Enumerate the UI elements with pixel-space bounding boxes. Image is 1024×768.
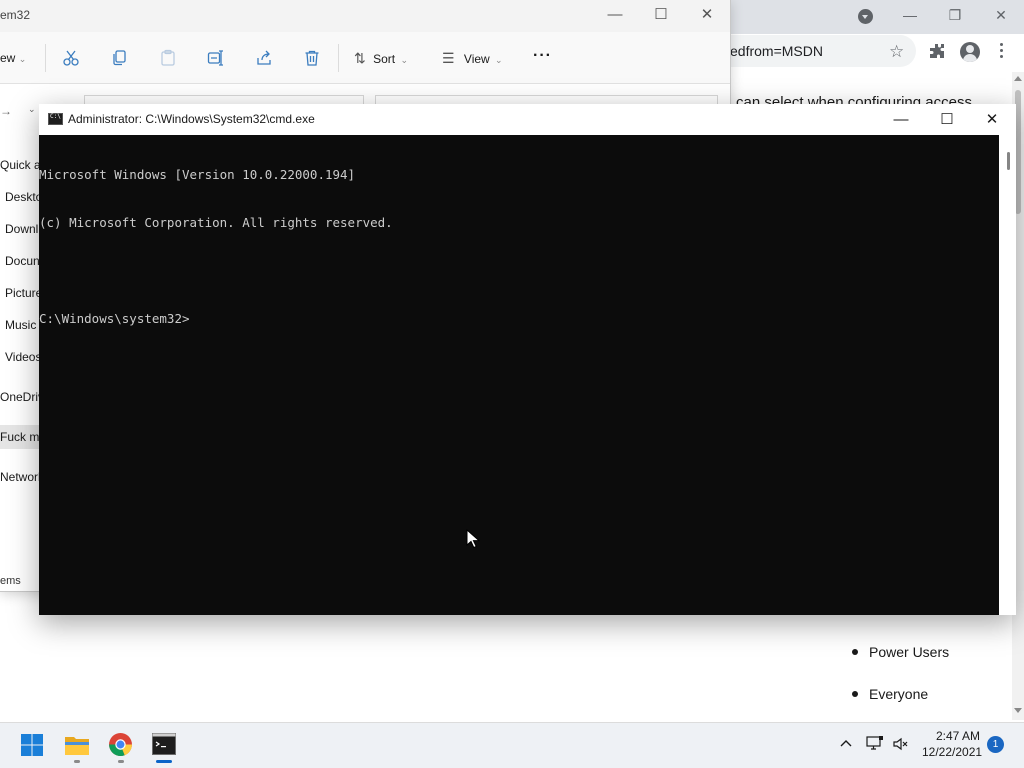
- nav-item-onedrive[interactable]: OneDriv: [0, 390, 44, 404]
- chrome-icon[interactable]: [108, 732, 133, 757]
- more-options-button[interactable]: ···: [533, 47, 552, 65]
- sort-button[interactable]: ⇅ Sort ⌄: [354, 50, 408, 67]
- mouse-pointer-icon: [466, 529, 480, 549]
- start-icon[interactable]: [20, 733, 44, 757]
- file-explorer-icon[interactable]: [64, 733, 90, 757]
- chrome-menu-icon[interactable]: [1000, 43, 1004, 59]
- view-button[interactable]: ☰ View ⌄: [442, 50, 503, 67]
- toolbar-divider: [338, 44, 339, 72]
- list-item: Power Users: [852, 642, 949, 684]
- tab-search-icon[interactable]: [858, 9, 873, 24]
- show-hidden-icons-chevron-icon[interactable]: [838, 735, 854, 751]
- sort-label: Sort: [373, 52, 396, 66]
- cmd-scrollbar-thumb[interactable]: [1007, 152, 1010, 170]
- cut-icon[interactable]: [62, 49, 80, 67]
- notification-badge[interactable]: 1: [987, 736, 1004, 753]
- chrome-close-button[interactable]: ✕: [986, 4, 1016, 26]
- explorer-maximize-button[interactable]: ☐: [646, 4, 676, 26]
- view-list-icon: ☰: [442, 50, 455, 66]
- share-icon[interactable]: [255, 49, 273, 67]
- chrome-minimize-button[interactable]: —: [895, 4, 925, 26]
- chevron-down-icon: ⌄: [18, 54, 27, 64]
- toolbar-divider: [45, 44, 46, 72]
- paste-icon[interactable]: [159, 49, 177, 67]
- view-mode-label: ew: [0, 51, 16, 65]
- nav-item-quick-access[interactable]: Quick a: [0, 158, 41, 172]
- nav-item-videos[interactable]: Videos: [5, 350, 41, 364]
- view-mode-button[interactable]: ew ⌄: [0, 51, 26, 65]
- profile-avatar-icon[interactable]: [960, 42, 980, 62]
- cmd-minimize-button[interactable]: —: [881, 108, 921, 132]
- console-prompt[interactable]: C:\Windows\system32>: [39, 311, 999, 327]
- cmd-app-icon: [48, 113, 63, 125]
- rename-icon[interactable]: [207, 49, 225, 67]
- nav-item-network[interactable]: Network: [0, 470, 44, 484]
- scroll-down-arrow-icon[interactable]: [1014, 708, 1022, 713]
- cmd-close-button[interactable]: ✕: [972, 108, 1012, 132]
- sort-arrows-icon: ⇅: [354, 50, 366, 66]
- copy-icon[interactable]: [111, 49, 129, 67]
- console-output[interactable]: Microsoft Windows [Version 10.0.22000.19…: [39, 135, 999, 615]
- explorer-minimize-button[interactable]: —: [600, 4, 630, 26]
- forward-arrow-icon[interactable]: →: [0, 104, 12, 118]
- running-indicator: [74, 760, 80, 763]
- cmd-scrollbar[interactable]: [999, 135, 1016, 615]
- bookmark-star-icon[interactable]: ☆: [889, 42, 904, 62]
- clock-time[interactable]: 2:47 AM: [936, 729, 980, 743]
- chrome-restore-button[interactable]: ❐: [940, 4, 970, 26]
- explorer-close-button[interactable]: ✕: [692, 4, 722, 26]
- volume-muted-icon[interactable]: [892, 736, 908, 752]
- active-app-indicator: [156, 760, 172, 763]
- cmd-icon[interactable]: [152, 733, 176, 755]
- clock-date[interactable]: 12/22/2021: [922, 745, 982, 759]
- network-icon[interactable]: [866, 735, 884, 751]
- extensions-icon[interactable]: [929, 43, 945, 59]
- nav-item-downloads[interactable]: Downl: [5, 222, 38, 236]
- console-line: (c) Microsoft Corporation. All rights re…: [39, 215, 393, 230]
- cmd-window: Administrator: C:\Windows\System32\cmd.e…: [39, 104, 1016, 615]
- delete-icon[interactable]: [303, 49, 321, 67]
- nav-item-desktop[interactable]: Deskto: [5, 190, 42, 204]
- nav-item-music[interactable]: Music: [5, 318, 36, 332]
- recent-locations-chevron-icon[interactable]: ⌄: [28, 104, 36, 115]
- group-list: Users Power Users Everyone: [852, 600, 949, 726]
- running-indicator: [118, 760, 124, 763]
- address-bar-url: edfrom=MSDN: [730, 43, 823, 59]
- chevron-down-icon: ⌄: [400, 55, 408, 65]
- nav-item-this-pc[interactable]: Fuck my: [0, 425, 45, 449]
- items-count-status: ems: [0, 575, 21, 587]
- nav-item-documents[interactable]: Docun: [5, 254, 40, 268]
- view-label: View: [463, 52, 490, 66]
- chevron-down-icon: ⌄: [495, 55, 503, 65]
- nav-item-pictures[interactable]: Picture: [5, 286, 42, 300]
- scroll-up-arrow-icon[interactable]: [1014, 76, 1022, 81]
- cmd-maximize-button[interactable]: ☐: [927, 108, 967, 132]
- cmd-window-title: Administrator: C:\Windows\System32\cmd.e…: [68, 112, 315, 126]
- explorer-title: em32: [0, 8, 31, 22]
- console-line: Microsoft Windows [Version 10.0.22000.19…: [39, 167, 356, 182]
- list-item: Everyone: [852, 684, 949, 726]
